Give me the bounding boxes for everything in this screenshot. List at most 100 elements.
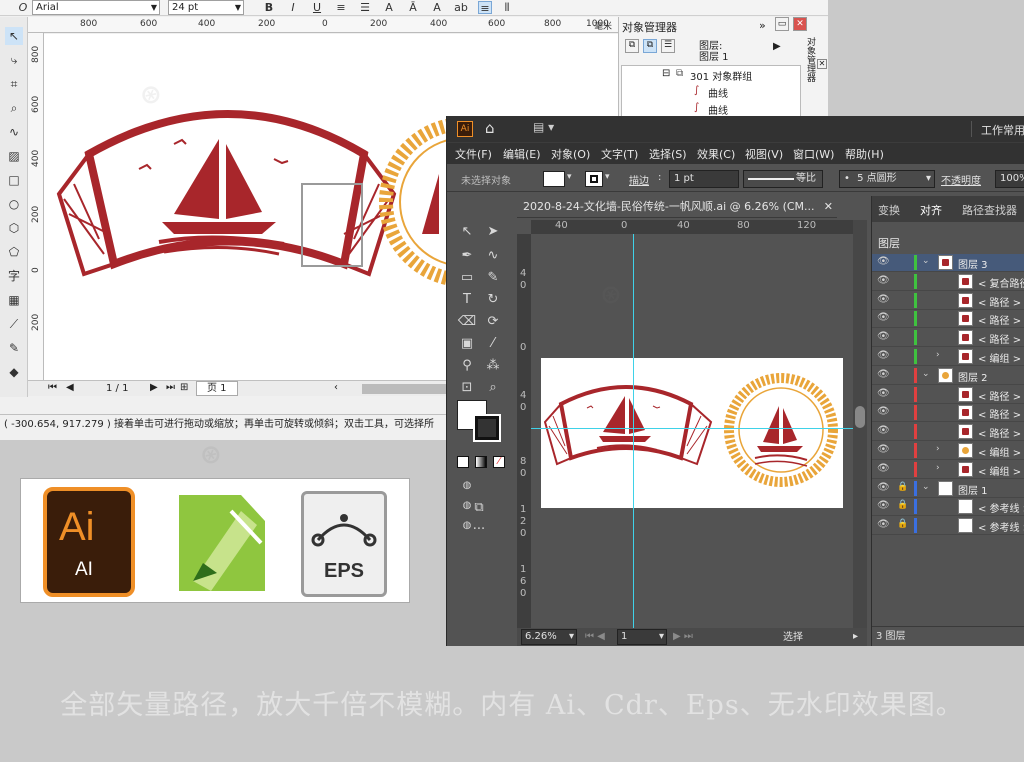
font-name-select[interactable]: Arial ▼: [32, 0, 160, 15]
expand-chevron-icon[interactable]: ›: [936, 444, 940, 454]
align-icon[interactable]: ≡: [334, 1, 348, 14]
draw-mode-icon[interactable]: ◍ ◍ ◍: [457, 476, 477, 531]
visibility-eye-icon[interactable]: 👁: [877, 350, 891, 361]
tree-group-item[interactable]: 301 对象群组: [690, 68, 752, 83]
paintbrush-icon[interactable]: ✎: [483, 268, 503, 288]
lock-icon[interactable]: 🔒: [897, 500, 908, 510]
visibility-eye-icon[interactable]: 👁: [877, 482, 891, 493]
vertical-guide[interactable]: [633, 234, 634, 628]
tab-align[interactable]: 对齐: [920, 202, 942, 218]
layer-name[interactable]: < 编组 >: [978, 463, 1021, 478]
minimize-icon[interactable]: ▭: [775, 17, 789, 31]
bold-icon[interactable]: B: [262, 1, 276, 14]
menu-window[interactable]: 窗口(W): [793, 146, 834, 162]
puppet-warp-icon[interactable]: ⚲: [457, 356, 477, 376]
opacity-label[interactable]: 不透明度: [941, 172, 981, 187]
menu-select[interactable]: 选择(S): [649, 146, 687, 162]
edit-across-layers-icon[interactable]: ⧉: [643, 39, 657, 53]
visibility-eye-icon[interactable]: 👁: [877, 275, 891, 286]
expand-chevron-icon[interactable]: ›: [936, 463, 940, 473]
layer-name[interactable]: < 参考线 >: [978, 519, 1024, 534]
visibility-eye-icon[interactable]: 👁: [877, 463, 891, 474]
docker-side-tab[interactable]: 对象管理器: [803, 37, 817, 127]
layer-name[interactable]: < 路径 >: [978, 331, 1021, 346]
sublayer-row[interactable]: 👁 < 路径 >: [872, 423, 1024, 442]
ellipse-tool-icon[interactable]: ○: [5, 195, 23, 213]
menu-view[interactable]: 视图(V): [745, 146, 783, 162]
collapse-chevron-icon[interactable]: ⌄: [922, 369, 930, 379]
italic-icon[interactable]: I: [286, 1, 300, 14]
zoom-select[interactable]: 6.26% ▾: [521, 629, 577, 645]
curvature-tool-icon[interactable]: ∿: [483, 246, 503, 266]
direct-selection-icon[interactable]: ➤: [483, 222, 503, 242]
opacity-input[interactable]: 100%: [995, 170, 1024, 188]
eyedropper-icon[interactable]: ⁄: [483, 334, 503, 354]
page-tab[interactable]: 页 1: [196, 381, 238, 396]
layer-name[interactable]: < 路径 >: [978, 425, 1021, 440]
prev-page-icon[interactable]: ◀: [66, 382, 74, 393]
layer-row[interactable]: 👁 ⌄ 图层 2: [872, 367, 1024, 385]
selection-tool-icon[interactable]: ↖: [457, 222, 477, 242]
scroll-thumb[interactable]: [855, 406, 865, 428]
sublayer-row[interactable]: 👁 < 路径 >: [872, 310, 1024, 329]
artboard-nav-next[interactable]: ▶ ⏭: [673, 628, 693, 646]
expand-panel-icon[interactable]: »: [759, 19, 766, 32]
horizontal-scrollbar[interactable]: [362, 384, 452, 394]
chevron-down-icon[interactable]: ▾: [567, 172, 572, 182]
layer-name[interactable]: < 路径 >: [978, 312, 1021, 327]
sublayer-row[interactable]: 👁 🔒 < 参考线 >: [872, 498, 1024, 517]
stroke-weight-input[interactable]: 1 pt: [669, 170, 739, 188]
menu-type[interactable]: 文字(T): [601, 146, 638, 162]
visibility-eye-icon[interactable]: 👁: [877, 519, 891, 530]
visibility-eye-icon[interactable]: 👁: [877, 256, 891, 267]
sublayer-row[interactable]: 👁 › < 编组 >: [872, 348, 1024, 366]
home-icon[interactable]: ⌂: [485, 119, 495, 137]
artboard-select[interactable]: 1 ▾: [617, 629, 667, 645]
last-page-icon[interactable]: ⏭: [166, 382, 175, 393]
gradient-tool-icon[interactable]: ▣: [457, 334, 477, 354]
layer-name[interactable]: 图层 3: [958, 256, 988, 271]
rectangle-tool-icon[interactable]: □: [5, 171, 23, 189]
visibility-eye-icon[interactable]: 👁: [877, 312, 891, 323]
visibility-eye-icon[interactable]: 👁: [877, 406, 891, 417]
rectangle-tool-icon[interactable]: ▭: [457, 268, 477, 288]
close-tab-icon[interactable]: ✕: [824, 196, 833, 218]
eyedropper-icon[interactable]: ✎: [5, 339, 23, 357]
more-tools-icon[interactable]: ···: [469, 520, 489, 540]
zoom-tool-icon[interactable]: ⌕: [5, 99, 23, 117]
layer-name[interactable]: < 复合路径 >: [978, 275, 1024, 290]
stroke-color-box[interactable]: [473, 414, 501, 442]
layer-name[interactable]: < 编组 >: [978, 350, 1021, 365]
zoom-tool-icon[interactable]: ⌕: [483, 378, 503, 398]
first-page-icon[interactable]: ⏮: [48, 382, 57, 393]
visibility-eye-icon[interactable]: 👁: [877, 425, 891, 436]
visibility-eye-icon[interactable]: 👁: [877, 331, 891, 342]
layer-manager-icon[interactable]: ☰: [661, 39, 675, 53]
tree-curve-item[interactable]: 曲线: [708, 85, 728, 100]
menu-effect[interactable]: 效果(C): [697, 146, 735, 162]
tab-pathfinder[interactable]: 路径查找器: [962, 202, 1017, 218]
document-tab[interactable]: 2020-8-24-文化墙-民俗传统-一帆风顺.ai @ 6.26% (CM..…: [517, 196, 837, 218]
status-menu-icon[interactable]: ▸: [853, 628, 858, 646]
font-icon[interactable]: O: [16, 1, 30, 14]
artboard-tool-icon[interactable]: ⊡: [457, 378, 477, 398]
shape-tool-icon[interactable]: ⤷: [5, 51, 23, 69]
stroke-label[interactable]: 描边: [629, 172, 649, 187]
bullet-list-icon[interactable]: ☰: [358, 1, 372, 14]
arrange-documents-icon[interactable]: ▤ ▾: [533, 120, 554, 134]
add-page-icon[interactable]: ⊞: [180, 382, 188, 393]
layer-name[interactable]: < 路径 >: [978, 294, 1021, 309]
layer-name[interactable]: < 编组 >: [978, 444, 1021, 459]
visibility-eye-icon[interactable]: 👁: [877, 500, 891, 511]
font-size-select[interactable]: 24 pt ▼: [168, 0, 244, 15]
text-tool-icon[interactable]: 字: [5, 267, 23, 285]
sublayer-row[interactable]: 👁 < 路径 >: [872, 329, 1024, 348]
sublayer-row[interactable]: 👁 › < 编组 >: [872, 442, 1024, 460]
edit-text-icon[interactable]: ab: [454, 1, 468, 14]
workspace-switcher[interactable]: 工作常用: [981, 122, 1024, 138]
show-properties-icon[interactable]: ⧉: [625, 39, 639, 53]
smart-fill-icon[interactable]: ▨: [5, 147, 23, 165]
character-format-icon[interactable]: Ā: [406, 1, 420, 14]
sublayer-row[interactable]: 👁 › < 编组 >: [872, 461, 1024, 479]
artboard-nav-prev[interactable]: ⏮ ◀: [585, 628, 605, 646]
